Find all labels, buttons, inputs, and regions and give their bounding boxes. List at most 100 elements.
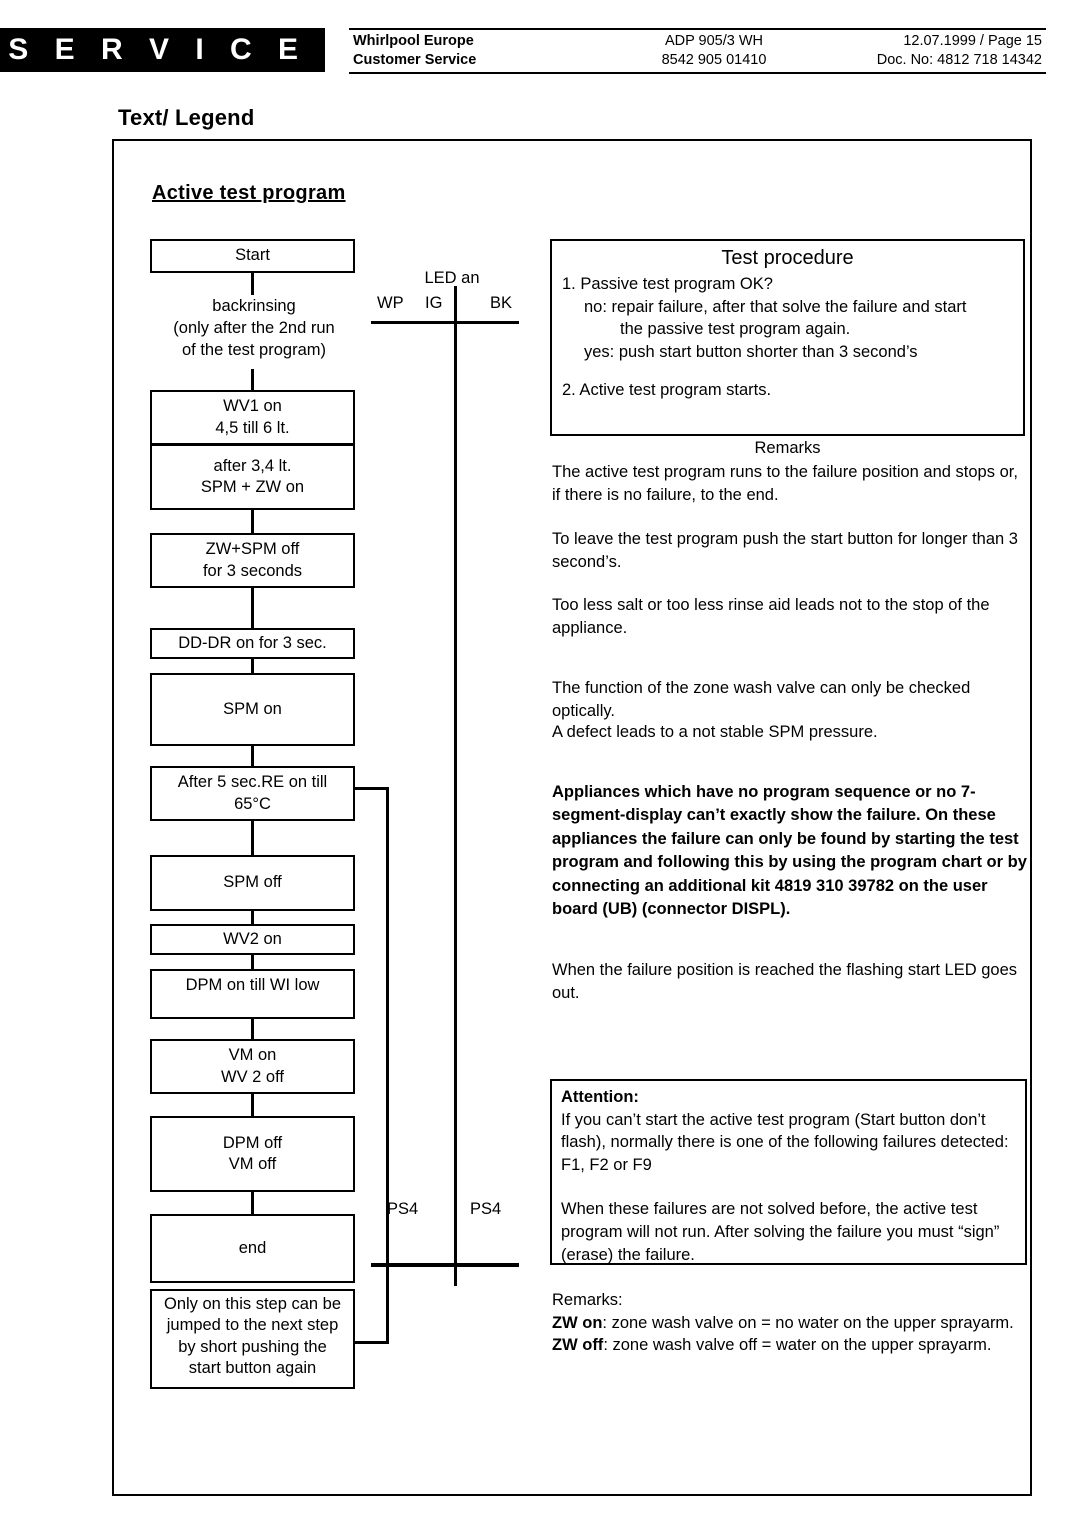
- flow-step-label: jumped to the next step: [166, 1316, 339, 1335]
- ps4-label-right: PS4: [470, 1200, 502, 1218]
- led-bottom-rule: [371, 1263, 519, 1267]
- remarks-paragraph-4b: A defect leads to a not stable SPM press…: [552, 723, 878, 741]
- test-procedure-line: no: repair failure, after that solve the…: [584, 297, 967, 316]
- flow-step-start: Start: [150, 239, 355, 273]
- led-indicator-column: LED an WP IG BK PS4 PS4: [369, 141, 529, 1498]
- flow-connector: [251, 273, 254, 295]
- flow-step-dpm-off: DPM off VM off: [150, 1116, 355, 1192]
- flow-connector: [251, 746, 254, 767]
- flow-step-spm-off: SPM off: [150, 855, 355, 911]
- flow-connector: [251, 1019, 254, 1040]
- flow-step-label: end: [238, 1238, 267, 1257]
- bottom-remarks-title: Remarks:: [552, 1291, 623, 1309]
- flow-step-note: Only on this step can be jumped to the n…: [150, 1289, 355, 1389]
- department-name: Customer Service: [353, 52, 477, 68]
- flow-step-label: 4,5 till 6 lt.: [215, 418, 290, 437]
- flow-step-label: DD-DR on for 3 sec.: [178, 633, 327, 652]
- flow-step-zw-spm-off: ZW+SPM off for 3 seconds: [150, 533, 355, 588]
- flow-step-label: SPM on: [223, 699, 282, 718]
- test-procedure-line: 2. Active test program starts.: [562, 381, 772, 400]
- flow-step-backrinsing: backrinsing (only after the 2nd run of t…: [134, 296, 374, 362]
- test-procedure-line: 1. Passive test program OK?: [562, 275, 773, 293]
- flow-step-re-on: After 5 sec.RE on till 65°C: [150, 766, 355, 821]
- document-number: Doc. No: 4812 718 14342: [876, 52, 1042, 68]
- date-and-page: 12.07.1999 / Page 15: [903, 33, 1042, 49]
- zw-on-text: : zone wash valve on = no water on the u…: [602, 1313, 1014, 1332]
- page-header: S E R V I C E Whirlpool Europe ADP 905/3…: [0, 28, 1080, 74]
- remarks-paragraph-4a: The function of the zone wash valve can …: [552, 679, 971, 720]
- content-frame: Active test program Start backrinsing (o…: [112, 139, 1032, 1496]
- bottom-remarks: Remarks: ZW on: zone wash valve on = no …: [552, 1289, 1030, 1357]
- flow-step-label: WV1 on: [223, 397, 282, 416]
- flow-step-label: SPM off: [223, 873, 282, 892]
- flow-step-label: after 3,4 lt.: [213, 456, 292, 475]
- flow-step-vm-on: VM on WV 2 off: [150, 1039, 355, 1094]
- zw-off-text: : zone wash valve off = water on the upp…: [603, 1336, 992, 1355]
- attention-box: Attention: If you can’t start the active…: [550, 1079, 1027, 1265]
- flow-step-label: Only on this step can be: [163, 1295, 342, 1313]
- flow-step-label: start button again: [188, 1359, 317, 1378]
- led-column-title: LED an: [424, 269, 480, 287]
- flow-connector: [251, 510, 254, 534]
- remarks-paragraph-3: Too less salt or too less rinse aid lead…: [552, 596, 990, 637]
- test-procedure-line: yes: push start button shorter than 3 se…: [584, 342, 918, 361]
- flow-step-label: ZW+SPM off: [205, 540, 300, 559]
- flow-connector: [251, 1192, 254, 1215]
- flow-step-label: VM off: [228, 1155, 277, 1173]
- zw-off-label: ZW off: [552, 1336, 604, 1355]
- flow-step-label: of the test program): [182, 340, 326, 359]
- bottom-remarks-zw-on: ZW on: zone wash valve on = no water on …: [552, 1312, 1030, 1335]
- ps4-label-left: PS4: [387, 1200, 419, 1218]
- page-title: Text/ Legend: [118, 105, 255, 130]
- flow-connector: [251, 369, 254, 391]
- flow-step-label: DPM on till WI low: [185, 976, 320, 994]
- attention-paragraph-2: When these failures are not solved befor…: [561, 1200, 1000, 1264]
- flow-step-label: (only after the 2nd run: [173, 318, 335, 337]
- led-column-header-ig: IG: [425, 294, 443, 312]
- right-column: Test procedure 1. Passive test program O…: [542, 141, 1030, 1498]
- header-row-1: Whirlpool Europe ADP 905/3 WH 12.07.1999…: [349, 33, 1046, 53]
- test-procedure-box: Test procedure 1. Passive test program O…: [550, 239, 1025, 436]
- flow-step-label: WV2 on: [223, 929, 282, 948]
- flow-step-label: SPM + ZW on: [200, 478, 305, 496]
- product-code: 8542 905 01410: [661, 52, 767, 68]
- test-procedure-line: the passive test program again.: [620, 320, 851, 339]
- flow-step-label: VM on: [228, 1046, 277, 1065]
- flow-step-wv1-on: WV1 on 4,5 till 6 lt.: [150, 390, 355, 445]
- flow-step-dd-dr: DD-DR on for 3 sec.: [150, 628, 355, 659]
- attention-title: Attention:: [561, 1088, 639, 1106]
- remarks-paragraph-6: When the failure position is reached the…: [552, 961, 1018, 1002]
- remarks-paragraph-bold: Appliances which have no program sequenc…: [552, 783, 1027, 919]
- led-column-header-wp: WP: [377, 294, 404, 312]
- led-header-rule: [371, 321, 519, 324]
- flow-step-label: backrinsing: [212, 297, 296, 315]
- model-number: ADP 905/3 WH: [664, 33, 764, 49]
- flow-step-spm-on: SPM on: [150, 673, 355, 746]
- header-info-table: Whirlpool Europe ADP 905/3 WH 12.07.1999…: [349, 28, 1046, 74]
- bottom-remarks-zw-off: ZW off: zone wash valve off = water on t…: [552, 1334, 1030, 1357]
- led-divider-line: [454, 286, 457, 1286]
- remarks-title: Remarks: [754, 439, 821, 457]
- service-banner: S E R V I C E: [0, 28, 325, 72]
- led-column-header-bk: BK: [490, 294, 513, 312]
- header-row-2: Customer Service 8542 905 01410 Doc. No:…: [349, 52, 1046, 72]
- company-name: Whirlpool Europe: [353, 33, 474, 49]
- test-procedure-title: Test procedure: [721, 247, 854, 269]
- flow-step-label: After 5 sec.RE on till: [177, 773, 328, 792]
- flow-step-dpm-on: DPM on till WI low: [150, 969, 355, 1019]
- flow-connector: [251, 1094, 254, 1117]
- flow-step-label: 65°C: [234, 794, 271, 813]
- flow-step-end: end: [150, 1214, 355, 1283]
- flow-step-label: WV 2 off: [221, 1067, 284, 1086]
- attention-paragraph-1: If you can’t start the active test progr…: [561, 1110, 1009, 1174]
- flow-step-label: by short pushing the: [178, 1337, 327, 1356]
- flow-step-wv2-on: WV2 on: [150, 924, 355, 955]
- remarks-paragraph-2: To leave the test program push the start…: [552, 530, 1018, 571]
- flow-step-label: DPM off: [222, 1133, 283, 1152]
- zw-on-label: ZW on: [552, 1313, 603, 1332]
- flow-connector: [251, 821, 254, 857]
- flow-step-after-34lt: after 3,4 lt. SPM + ZW on: [150, 444, 355, 510]
- flow-step-label: for 3 seconds: [202, 561, 303, 580]
